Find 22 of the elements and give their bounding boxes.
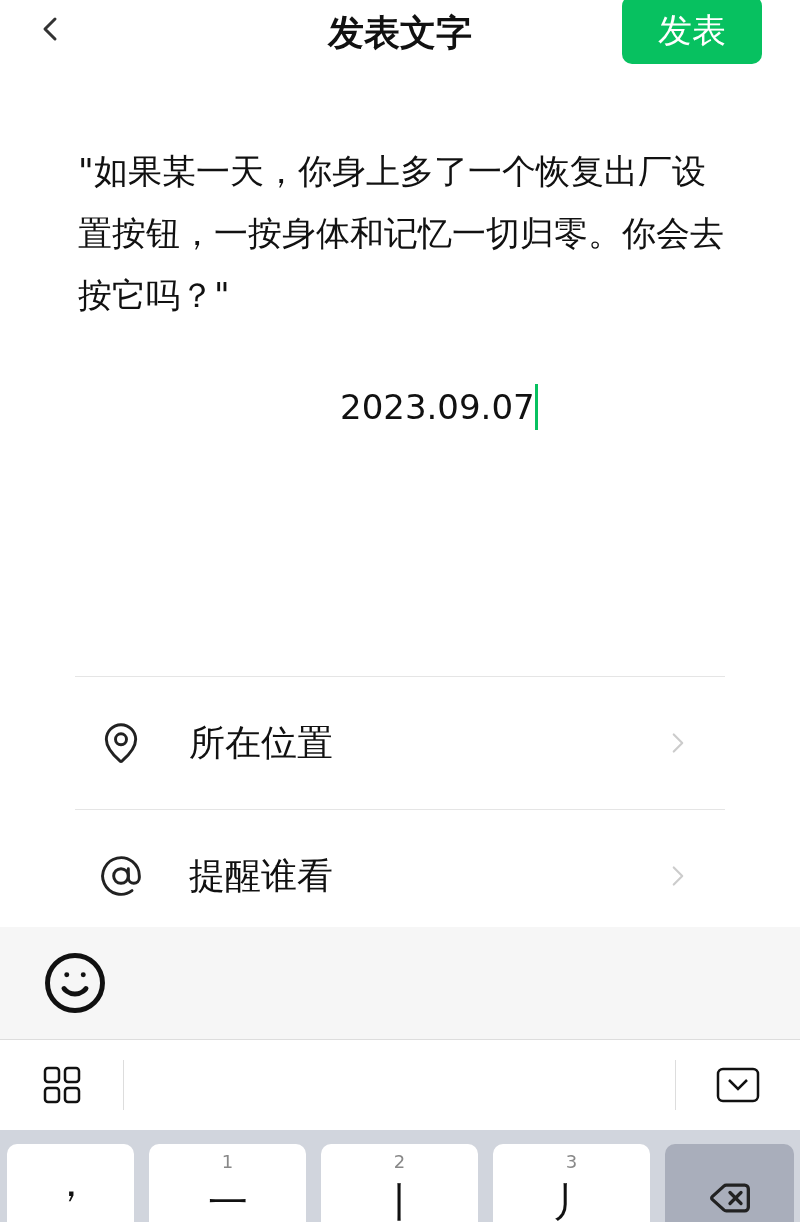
keyboard-key[interactable]: 2 丨 xyxy=(321,1144,478,1222)
hide-keyboard-icon[interactable] xyxy=(716,1067,760,1103)
backspace-key[interactable] xyxy=(665,1144,794,1222)
date-text: 2023.09.07 xyxy=(340,385,535,429)
page-title: 发表文字 xyxy=(328,11,472,55)
option-row[interactable]: 所在位置 xyxy=(75,677,725,810)
text-cursor xyxy=(534,384,538,430)
grid-icon[interactable] xyxy=(42,1066,81,1104)
option-label: 提醒谁看 xyxy=(189,854,334,898)
key-number: 1 xyxy=(221,1150,234,1174)
keyboard-key[interactable]: 1 一 xyxy=(149,1144,306,1222)
keyboard-key[interactable]: ， xyxy=(7,1144,134,1222)
option-label: 所在位置 xyxy=(189,721,334,765)
key-label: 丨 xyxy=(379,1178,420,1222)
key-number: 2 xyxy=(393,1150,406,1174)
key-number: 3 xyxy=(565,1150,578,1174)
at-sign-icon xyxy=(99,854,143,898)
keyboard-key[interactable]: 3 丿 xyxy=(493,1144,650,1222)
key-label: 一 xyxy=(207,1178,248,1222)
emoji-icon[interactable] xyxy=(42,950,108,1016)
post-text: "如果某一天，你身上多了一个恢复出厂设置按钮，一按身体和记忆一切归零。你会去按它吗？" xyxy=(78,150,725,317)
key-label: 丿 xyxy=(551,1178,592,1222)
